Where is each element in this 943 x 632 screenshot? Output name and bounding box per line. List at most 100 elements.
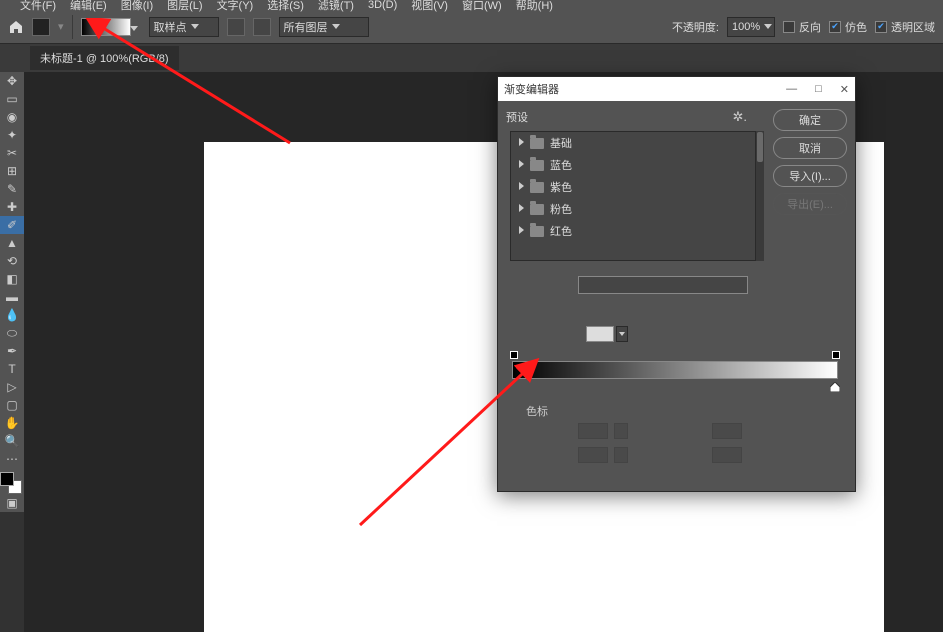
preset-folder-blue[interactable]: 蓝色 [511, 154, 755, 176]
opacity-stop-right[interactable] [832, 351, 840, 359]
frame-tool[interactable]: ⊞ [0, 162, 24, 180]
stamp-tool[interactable]: ▲ [0, 234, 24, 252]
dither-option[interactable]: ✔ 仿色 [829, 19, 867, 35]
preset-folder-pink[interactable]: 粉色 [511, 198, 755, 220]
menu-image[interactable]: 图像(I) [121, 0, 153, 13]
opacity-stop-left[interactable] [510, 351, 518, 359]
gradient-name-input[interactable] [578, 276, 748, 294]
color-picker-arrow[interactable] [614, 447, 628, 463]
tool-preset-picker[interactable] [32, 18, 50, 36]
dialog-button-column: 确定 取消 导入(I)... 导出(E)... [773, 109, 847, 215]
folder-icon [530, 226, 544, 237]
import-button[interactable]: 导入(I)... [773, 165, 847, 187]
opacity-stop-fields [578, 423, 742, 439]
reverse-checkbox[interactable] [783, 21, 795, 33]
opacity-value[interactable]: 100% [727, 17, 775, 37]
layers-dropdown[interactable]: 所有图层 [279, 17, 369, 37]
location-field-2[interactable] [712, 447, 742, 463]
mode-icon-2[interactable] [253, 18, 271, 36]
menu-type[interactable]: 文字(Y) [217, 0, 254, 13]
folder-icon [530, 204, 544, 215]
zoom-tool[interactable]: 🔍 [0, 432, 24, 450]
color-stop-right[interactable] [830, 379, 840, 389]
pen-tool[interactable]: ✒ [0, 342, 24, 360]
chevron-right-icon [519, 181, 524, 193]
eyedropper-tool[interactable]: ✎ [0, 180, 24, 198]
marquee-tool[interactable]: ▭ [0, 90, 24, 108]
menu-filter[interactable]: 滤镜(T) [318, 0, 354, 13]
quickmask-toggle[interactable]: ▣ [0, 494, 24, 512]
menu-layer[interactable]: 图层(L) [167, 0, 202, 13]
cancel-button[interactable]: 取消 [773, 137, 847, 159]
color-field[interactable] [578, 447, 608, 463]
export-button[interactable]: 导出(E)... [773, 193, 847, 215]
menu-file[interactable]: 文件(F) [20, 0, 56, 13]
folder-label: 红色 [550, 223, 572, 239]
stops-section-label: 色标 [526, 403, 548, 419]
menu-help[interactable]: 帮助(H) [516, 0, 553, 13]
gradient-swatch[interactable] [81, 18, 131, 36]
dither-checkbox[interactable]: ✔ [829, 21, 841, 33]
folder-icon [530, 182, 544, 193]
gradient-bar[interactable] [512, 361, 838, 379]
folder-label: 蓝色 [550, 157, 572, 173]
preset-list[interactable]: 基础 蓝色 紫色 粉色 红色 [510, 131, 756, 261]
close-icon[interactable]: ✕ [840, 83, 849, 96]
menu-view[interactable]: 视图(V) [411, 0, 448, 13]
foreground-color[interactable] [0, 472, 14, 486]
blur-tool[interactable]: 💧 [0, 306, 24, 324]
chevron-right-icon [519, 159, 524, 171]
eraser-tool[interactable]: ◧ [0, 270, 24, 288]
lasso-tool[interactable]: ◉ [0, 108, 24, 126]
type-tool[interactable]: T [0, 360, 24, 378]
location-field-1[interactable] [712, 423, 742, 439]
opacity-field[interactable] [578, 423, 608, 439]
color-swatches[interactable] [0, 472, 22, 494]
sample-dropdown[interactable]: 取样点 [149, 17, 219, 37]
gear-icon[interactable]: ✲. [732, 109, 747, 125]
dodge-tool[interactable]: ⬭ [0, 324, 24, 342]
more-tools[interactable]: ⋯ [0, 450, 24, 468]
brush-tool[interactable]: ✐ [0, 216, 24, 234]
type-select[interactable] [586, 326, 614, 342]
ok-button[interactable]: 确定 [773, 109, 847, 131]
transparent-checkbox[interactable]: ✔ [875, 21, 887, 33]
hand-tool[interactable]: ✋ [0, 414, 24, 432]
menu-window[interactable]: 窗口(W) [462, 0, 502, 13]
maximize-icon[interactable]: □ [815, 83, 822, 96]
preset-folder-red[interactable]: 红色 [511, 220, 755, 242]
preset-scrollbar[interactable] [756, 131, 764, 261]
preset-folder-basic[interactable]: 基础 [511, 132, 755, 154]
gradient-editor [512, 351, 838, 393]
menu-3d[interactable]: 3D(D) [368, 0, 397, 11]
move-tool[interactable]: ✥ [0, 72, 24, 90]
dialog-titlebar[interactable]: 渐变编辑器 — □ ✕ [498, 77, 855, 101]
presets-label: 预设 [506, 109, 528, 125]
dither-label: 仿色 [845, 19, 867, 35]
transparent-option[interactable]: ✔ 透明区域 [875, 19, 935, 35]
mode-icon-1[interactable] [227, 18, 245, 36]
path-select-tool[interactable]: ▷ [0, 378, 24, 396]
opacity-value-text: 100% [732, 21, 760, 33]
menu-bar: 文件(F) 编辑(E) 图像(I) 图层(L) 文字(Y) 选择(S) 滤镜(T… [0, 0, 943, 10]
folder-label: 基础 [550, 135, 572, 151]
wand-tool[interactable]: ✦ [0, 126, 24, 144]
type-select-arrow[interactable] [616, 326, 628, 342]
color-stops-row[interactable] [512, 379, 838, 393]
preset-folder-purple[interactable]: 紫色 [511, 176, 755, 198]
reverse-option[interactable]: 反向 [783, 19, 821, 35]
menu-edit[interactable]: 编辑(E) [70, 0, 107, 13]
document-tab[interactable]: 未标题-1 @ 100%(RGB/8) [30, 46, 179, 70]
document-tab-bar: 未标题-1 @ 100%(RGB/8) [0, 44, 943, 72]
crop-tool[interactable]: ✂ [0, 144, 24, 162]
opacity-stops-row[interactable] [512, 351, 838, 361]
color-stop-fields [578, 447, 742, 463]
home-icon[interactable] [8, 19, 24, 35]
heal-tool[interactable]: ✚ [0, 198, 24, 216]
folder-label: 紫色 [550, 179, 572, 195]
menu-select[interactable]: 选择(S) [267, 0, 304, 13]
history-brush-tool[interactable]: ⟲ [0, 252, 24, 270]
shape-tool[interactable]: ▢ [0, 396, 24, 414]
minimize-icon[interactable]: — [786, 83, 797, 96]
gradient-tool[interactable]: ▬ [0, 288, 24, 306]
